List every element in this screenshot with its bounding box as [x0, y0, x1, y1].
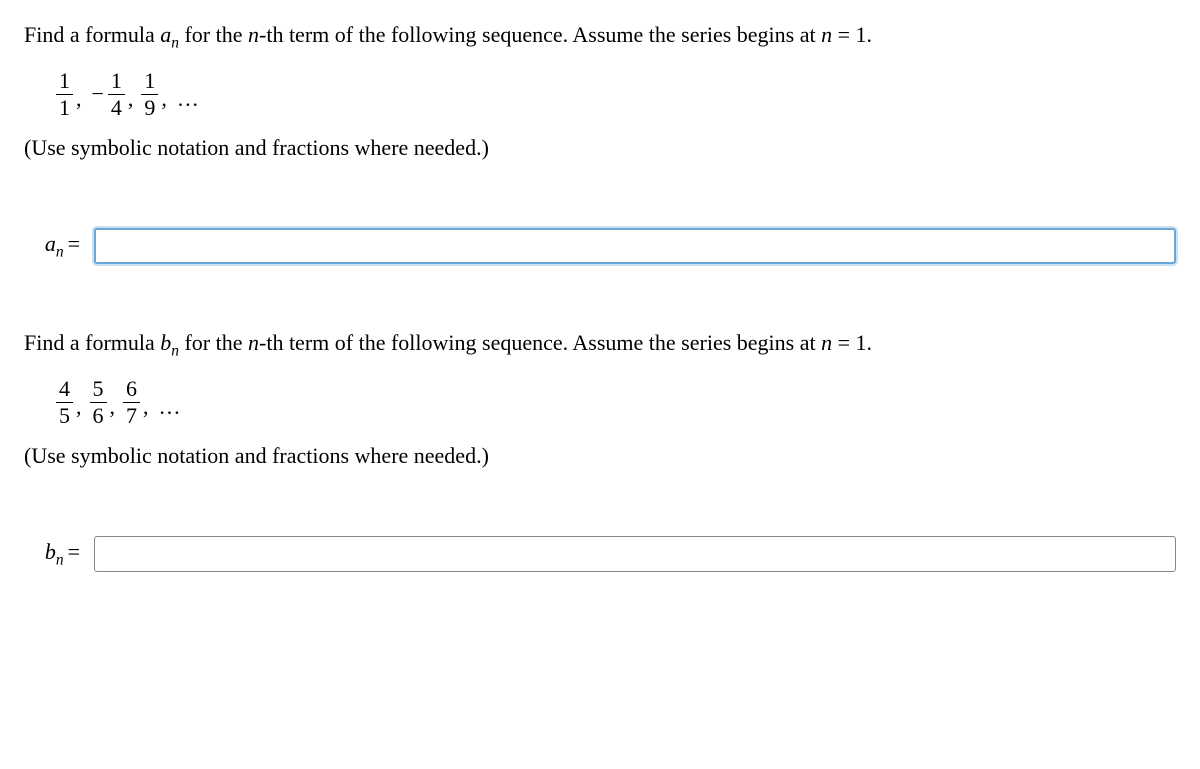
text: = 1.	[832, 330, 872, 355]
numerator: 5	[90, 378, 107, 403]
text: = 1.	[832, 22, 872, 47]
denominator: 7	[123, 403, 140, 427]
label-sub: n	[56, 551, 64, 568]
nth-n: n	[248, 22, 259, 47]
denominator: 4	[108, 95, 125, 119]
sequence-2: 4 5 , 5 6 , 6 7 , …	[56, 378, 1176, 427]
n-var: n	[821, 22, 832, 47]
hint-2: (Use symbolic notation and fractions whe…	[24, 441, 1176, 472]
answer-label-bn: bn=	[24, 537, 80, 571]
fraction-2: 1 4	[108, 70, 125, 119]
answer-input-bn[interactable]	[94, 536, 1176, 572]
text: for the	[179, 22, 248, 47]
fraction-2: 5 6	[90, 378, 107, 427]
ellipsis: …	[177, 84, 201, 115]
fraction-1: 1 1	[56, 70, 73, 119]
denominator: 1	[56, 95, 73, 119]
numerator: 4	[56, 378, 73, 403]
numerator: 1	[56, 70, 73, 95]
n-var: n	[821, 330, 832, 355]
label-eq: =	[68, 231, 80, 256]
answer-input-an[interactable]	[94, 228, 1176, 264]
var-a: a	[160, 22, 171, 47]
comma: ,	[76, 392, 82, 423]
question-text-1: Find a formula an for the n-th term of t…	[24, 20, 1176, 54]
answer-row-2: bn=	[24, 536, 1176, 572]
numerator: 1	[141, 70, 158, 95]
denominator: 9	[141, 95, 158, 119]
text: Find a formula	[24, 330, 160, 355]
text: Find a formula	[24, 22, 160, 47]
comma: ,	[143, 392, 149, 423]
label-eq: =	[68, 539, 80, 564]
minus-sign: −	[92, 79, 104, 110]
ellipsis: …	[159, 392, 183, 423]
label-var: a	[45, 231, 56, 256]
fraction-1: 4 5	[56, 378, 73, 427]
comma: ,	[161, 84, 167, 115]
text: -th term of the following sequence. Assu…	[259, 330, 821, 355]
label-sub: n	[56, 243, 64, 260]
denominator: 6	[90, 403, 107, 427]
comma: ,	[110, 392, 116, 423]
hint-1: (Use symbolic notation and fractions whe…	[24, 133, 1176, 164]
fraction-3: 6 7	[123, 378, 140, 427]
label-var: b	[45, 539, 56, 564]
question-text-2: Find a formula bn for the n-th term of t…	[24, 328, 1176, 362]
denominator: 5	[56, 403, 73, 427]
problem-2: Find a formula bn for the n-th term of t…	[24, 328, 1176, 572]
sub-n: n	[171, 342, 179, 359]
sub-n: n	[171, 34, 179, 51]
answer-row-1: an=	[24, 228, 1176, 264]
problem-1: Find a formula an for the n-th term of t…	[24, 20, 1176, 264]
text: -th term of the following sequence. Assu…	[259, 22, 821, 47]
numerator: 1	[108, 70, 125, 95]
answer-label-an: an=	[24, 229, 80, 263]
text: for the	[179, 330, 248, 355]
var-b: b	[160, 330, 171, 355]
nth-n: n	[248, 330, 259, 355]
fraction-3: 1 9	[141, 70, 158, 119]
comma: ,	[128, 84, 134, 115]
comma: ,	[76, 84, 82, 115]
sequence-1: 1 1 , − 1 4 , 1 9 , …	[56, 70, 1176, 119]
numerator: 6	[123, 378, 140, 403]
